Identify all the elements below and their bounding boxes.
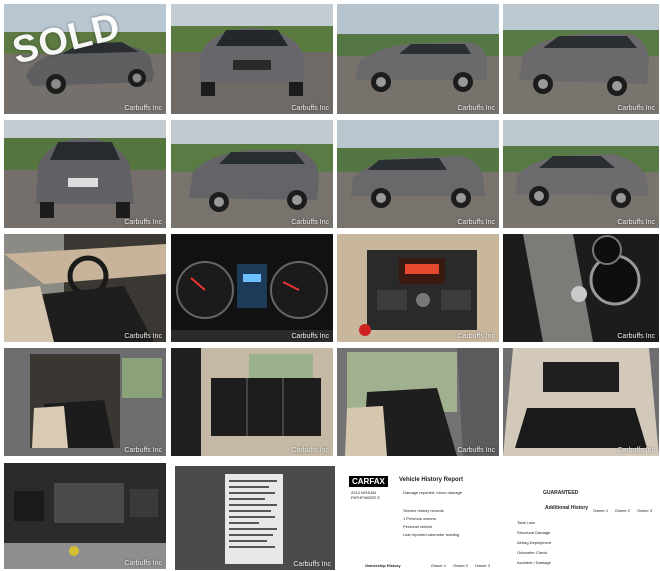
watermark: Carbuffs Inc [124,333,162,340]
photo-engine-bay[interactable]: Carbuffs Inc [4,463,166,569]
carfax-ownership-label: Ownership History [365,563,401,568]
photo-exterior-front[interactable]: Carbuffs Inc [171,4,333,114]
carfax-owner-3: Owner 3 [475,563,491,568]
carfax-report-title: Vehicle History Report [399,477,464,483]
photo-cupholders[interactable]: Carbuffs Inc [503,234,659,342]
carfax-col-owner-2: Owner 2 [615,508,631,513]
carfax-vehicle: 2013 NISSAN PATHFINDER S [351,490,380,500]
photo-interior-rear-seats-side[interactable]: Carbuffs Inc [4,348,166,456]
watermark: Carbuffs Inc [124,447,162,454]
photo-exterior-front-right[interactable]: Carbuffs Inc [503,120,659,228]
carfax-owner-1: Owner 1 [431,563,447,568]
photo-exterior-rear-left[interactable]: Carbuffs Inc [4,120,166,228]
photo-interior-dashboard-driver[interactable]: Carbuffs Inc [4,234,166,342]
carfax-report-summary[interactable]: CARFAX Vehicle History Report 2013 NISSA… [341,470,499,571]
watermark: Carbuffs Inc [291,333,329,340]
watermark: Carbuffs Inc [291,447,329,454]
photo-cargo-area[interactable]: Carbuffs Inc [503,348,659,456]
watermark: Carbuffs Inc [617,333,655,340]
photo-interior-front-seats-door[interactable]: Carbuffs Inc [337,348,499,456]
watermark: Carbuffs Inc [617,447,655,454]
carfax-row-total-loss: Total Loss [517,520,536,525]
photo-exterior-rear-right[interactable]: Carbuffs Inc [503,4,659,114]
carfax-row-airbag: Airbag Deployment [517,540,552,545]
photo-interior-third-row[interactable]: Carbuffs Inc [171,348,333,456]
watermark: Carbuffs Inc [617,219,655,226]
carfax-additional-history[interactable]: GUARANTEED Additional History Owner 1 Ow… [507,470,659,571]
carfax-col-owner-1: Owner 1 [593,508,609,513]
photo-gallery-grid: SOLD Carbuffs Inc Carbuffs Inc Carbuffs … [0,0,660,571]
carfax-guaranteed-label: GUARANTEED [543,490,579,496]
photo-center-console-radio[interactable]: Carbuffs Inc [337,234,499,342]
carfax-additional-label: Additional History [545,505,589,511]
watermark: Carbuffs Inc [124,219,162,226]
watermark: Carbuffs Inc [457,105,495,112]
watermark: Carbuffs Inc [124,560,162,567]
watermark: Carbuffs Inc [124,105,162,112]
watermark: Carbuffs Inc [291,105,329,112]
photo-exterior-side-left[interactable]: Carbuffs Inc [337,4,499,114]
carfax-col-owner-3: Owner 3 [637,508,653,513]
carfax-logo: CARFAX [349,476,388,487]
watermark: Carbuffs Inc [457,219,495,226]
watermark: Carbuffs Inc [293,561,331,568]
carfax-row-structural: Structural Damage [517,530,551,535]
carfax-row-odometer: Odometer Check [517,550,548,555]
watermark: Carbuffs Inc [457,447,495,454]
carfax-item-service: Service history records [403,508,444,513]
carfax-item-damage: Damage reported: minor damage [403,490,462,495]
carfax-item-odometer: Last reported odometer reading [403,532,460,537]
photo-door-jamb-label[interactable]: Carbuffs Inc [175,466,335,570]
photo-exterior-side-right[interactable]: Carbuffs Inc [337,120,499,228]
watermark: Carbuffs Inc [457,333,495,340]
carfax-item-owners: 1 Previous owners [403,516,436,521]
watermark: Carbuffs Inc [291,219,329,226]
watermark: Carbuffs Inc [617,105,655,112]
carfax-owner-2: Owner 2 [453,563,469,568]
carfax-row-accident: Accident / Damage [517,560,551,565]
photo-exterior-rear-quarter[interactable]: Carbuffs Inc [171,120,333,228]
photo-instrument-cluster[interactable]: Carbuffs Inc [171,234,333,342]
carfax-item-personal: Personal vehicle [403,524,433,529]
photo-exterior-front-left-sold[interactable]: SOLD Carbuffs Inc [4,4,166,114]
